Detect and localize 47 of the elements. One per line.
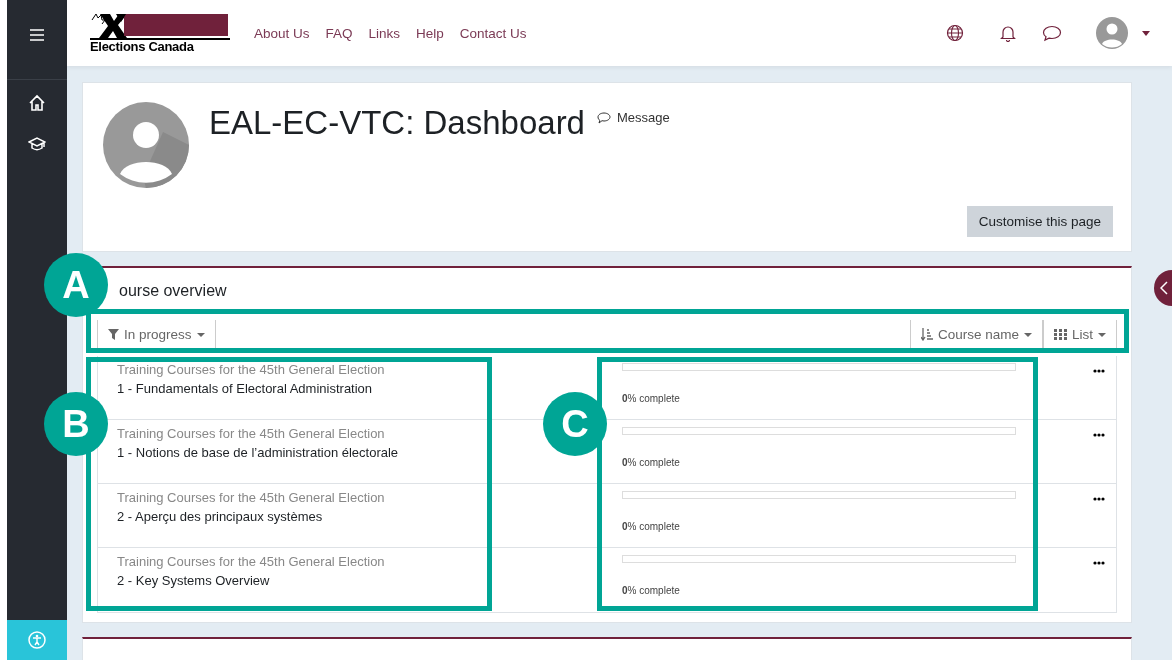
caret-icon bbox=[1098, 332, 1106, 337]
filter-dropdown[interactable]: In progress bbox=[97, 320, 216, 350]
course-name-link[interactable]: 2 - Aperçu des principaux systèmes bbox=[117, 509, 622, 524]
nav-link[interactable]: About Us bbox=[254, 25, 310, 41]
customise-page-button[interactable]: Customise this page bbox=[966, 206, 1113, 237]
more-options-icon[interactable] bbox=[1093, 497, 1105, 501]
course-category: Training Courses for the 45th General Election bbox=[117, 426, 386, 441]
user-avatar-icon bbox=[1096, 17, 1128, 49]
sort-dropdown[interactable]: Course name bbox=[909, 320, 1043, 350]
chat-bubble-icon[interactable] bbox=[1042, 24, 1062, 42]
more-options-icon[interactable] bbox=[1093, 561, 1105, 565]
progress-text: 0% complete bbox=[622, 457, 681, 468]
profile-avatar-icon bbox=[103, 102, 189, 188]
caret-icon bbox=[1142, 30, 1150, 36]
sort-icon bbox=[920, 328, 933, 341]
graduation-cap-icon[interactable] bbox=[28, 136, 46, 152]
user-menu[interactable] bbox=[1096, 17, 1150, 49]
filter-icon bbox=[108, 329, 119, 340]
course-category: Training Courses for the 45th General Election bbox=[117, 362, 386, 377]
chevron-left-icon bbox=[1160, 281, 1168, 295]
notification-bell-icon[interactable] bbox=[1000, 24, 1016, 42]
page-title: EAL-EC-VTC: Dashboard bbox=[209, 104, 585, 142]
nav-link[interactable]: Help bbox=[416, 25, 444, 41]
home-icon[interactable] bbox=[28, 94, 46, 112]
nav-link[interactable]: Contact Us bbox=[459, 25, 527, 41]
globe-icon[interactable] bbox=[946, 24, 964, 42]
elections-canada-logo[interactable]: Elections Canada bbox=[90, 12, 230, 54]
course-category: Training Courses for the 45th General Election bbox=[117, 554, 386, 569]
menu-icon[interactable] bbox=[30, 29, 44, 41]
speech-bubble-icon bbox=[597, 111, 611, 124]
more-options-icon[interactable] bbox=[1093, 369, 1105, 373]
nav-link[interactable]: FAQ bbox=[325, 25, 353, 41]
section-title: ourse overview bbox=[119, 282, 228, 301]
progress-text: 0% complete bbox=[622, 585, 681, 596]
progress-text: 0% complete bbox=[622, 393, 681, 404]
more-options-icon[interactable] bbox=[1093, 433, 1105, 437]
logo-text: Elections Canada bbox=[90, 38, 230, 54]
nav-link[interactable]: Links bbox=[368, 25, 401, 41]
progress-text: 0% complete bbox=[622, 521, 681, 532]
message-link[interactable]: Message bbox=[597, 110, 670, 125]
grid-icon bbox=[1054, 329, 1067, 340]
caret-icon bbox=[1024, 332, 1032, 337]
caret-icon bbox=[196, 332, 205, 337]
accessibility-icon bbox=[28, 631, 46, 649]
course-name-link[interactable]: 2 - Key Systems Overview bbox=[117, 573, 622, 588]
course-category: Training Courses for the 45th General Election bbox=[117, 490, 386, 505]
view-dropdown[interactable]: List bbox=[1043, 320, 1117, 350]
